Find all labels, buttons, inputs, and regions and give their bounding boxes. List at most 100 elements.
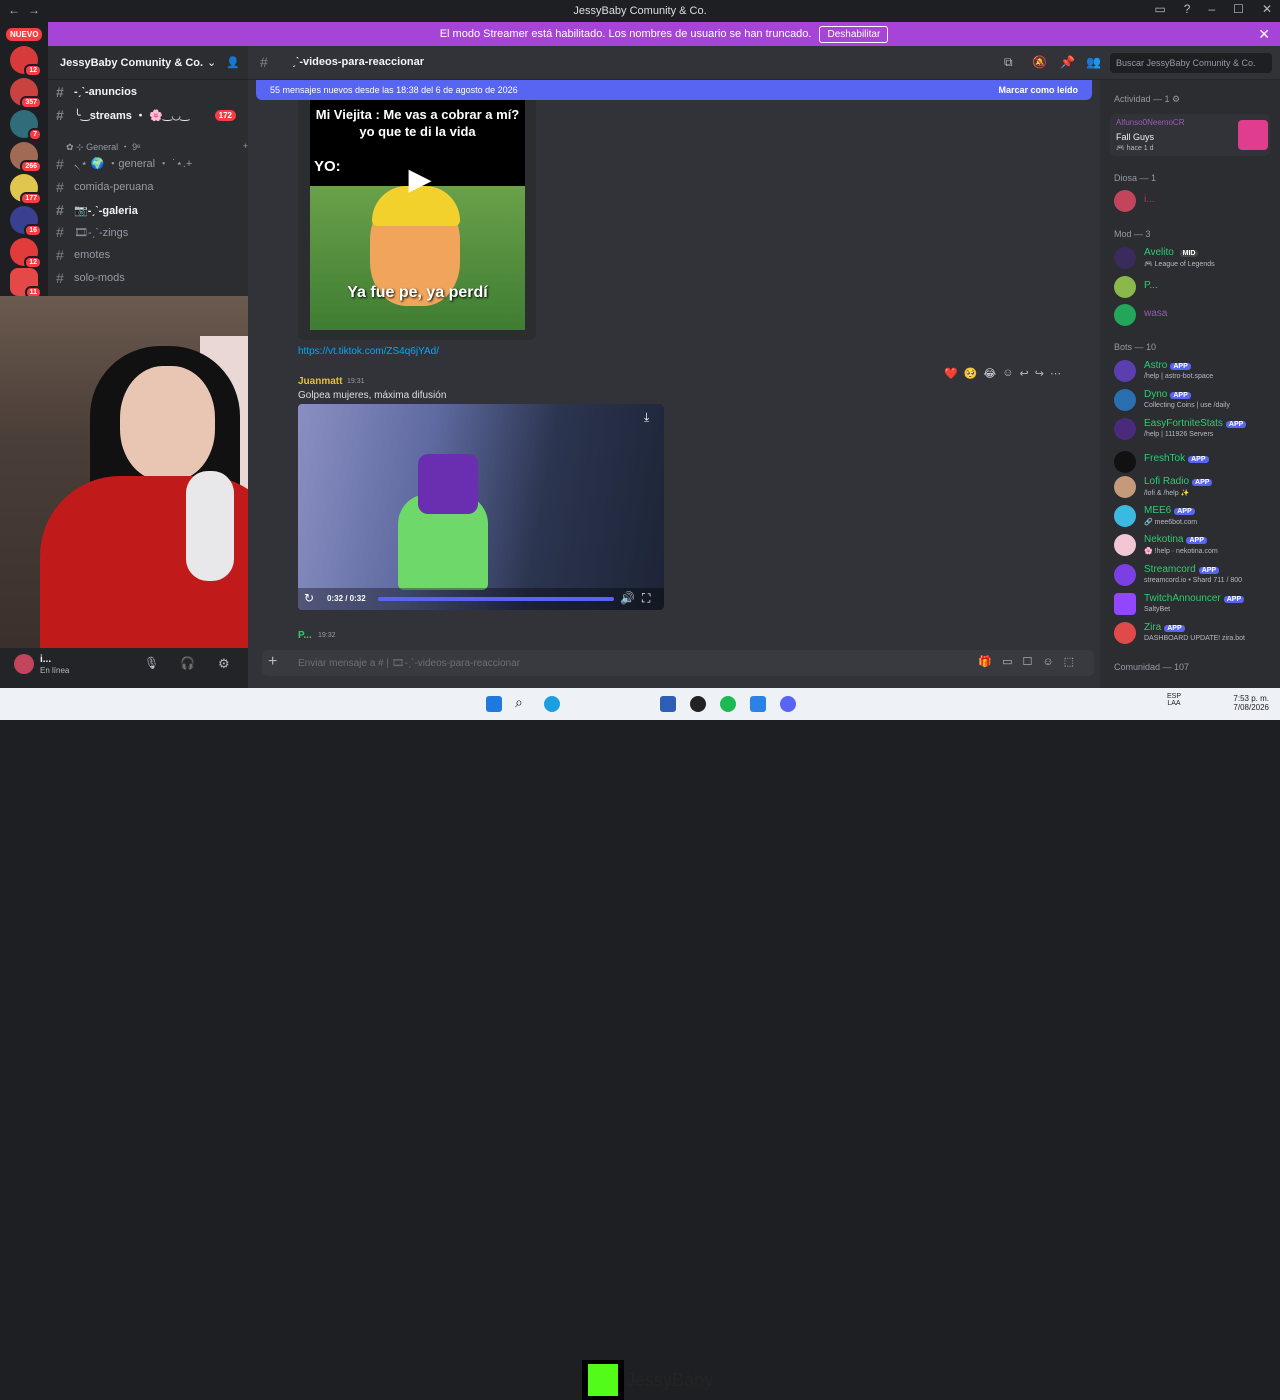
inbox-icon[interactable]: ▭ — [1154, 2, 1165, 16]
threads-icon[interactable]: ⧉ — [1004, 55, 1013, 70]
member-item[interactable]: Zira APP DASHBOARD UPDATE! zira.bot — [1114, 620, 1274, 648]
server-icon[interactable]: 266 — [10, 142, 42, 173]
category-header[interactable]: ✿ ⊹ General ・ 9ᵉ + — [66, 136, 256, 156]
server-icon[interactable]: 12 — [10, 46, 42, 77]
message-time: 19:32 — [318, 632, 336, 639]
pleading-reaction-icon[interactable]: 🥺 — [964, 367, 978, 380]
avatar — [1114, 451, 1136, 473]
channel-item[interactable]: # 📷-ˏˋ-galeria — [56, 200, 246, 220]
avatar[interactable] — [14, 654, 34, 674]
meme-video[interactable]: Mi Viejita : Me vas a cobrar a mí? yo qu… — [310, 100, 525, 330]
fullscreen-icon[interactable]: ⛶ — [642, 591, 650, 606]
reply-icon[interactable]: ↩ — [1020, 367, 1029, 380]
activity-card[interactable]: Alfunso0NeemoCR Fall Guys 🎮 hace 1 d — [1110, 114, 1270, 156]
video-player[interactable]: ⤓ ↻ 0:32 / 0:32 🔊 ⛶ — [298, 404, 664, 610]
app-icon[interactable] — [750, 696, 766, 712]
activity-header: Actividad — 1 ⚙ — [1114, 94, 1181, 104]
help-icon[interactable]: ? — [1184, 2, 1191, 16]
window-controls[interactable]: ▭? – ☐ ✕ — [1154, 2, 1272, 16]
channel-item[interactable]: # ৲⋆ 🌍 ・general ・ ˙⋆.+ — [56, 154, 246, 174]
more-icon[interactable]: ⋯ — [1050, 367, 1061, 380]
edge-icon[interactable] — [544, 696, 560, 712]
input-actions-icons[interactable]: 🎁▭☐☺⬚ — [978, 655, 1084, 668]
new-messages-bar[interactable]: 55 mensajes nuevos desde las 18:38 del 6… — [256, 80, 1092, 100]
server-header[interactable]: JessyBaby Comunity & Co. ⌄ 👤 — [48, 46, 248, 80]
search-icon[interactable]: ⌕ — [515, 694, 531, 710]
server-icon[interactable]: 12 — [10, 238, 42, 269]
add-member-icon[interactable]: 👤 — [226, 56, 240, 69]
avatar — [1114, 360, 1136, 382]
avatar — [1114, 622, 1136, 644]
tiktok-link[interactable]: https://vt.tiktok.com/ZS4q6jYAd/ — [298, 346, 439, 357]
member-item[interactable]: MEE6 APP 🔗 mee6bot.com — [1114, 503, 1274, 531]
avatar — [1114, 564, 1136, 586]
spotify-icon[interactable] — [720, 696, 736, 712]
disable-button[interactable]: Deshabilitar — [819, 25, 889, 43]
member-item[interactable]: EasyFortniteStats APP/help | 111926 Serve… — [1114, 416, 1274, 444]
member-item[interactable]: Nekotina APP 🌸 !help · nekotina.com — [1114, 532, 1274, 560]
close-icon[interactable]: ✕ — [1262, 2, 1272, 16]
channel-item[interactable]: # -ˏˋ-anuncios — [56, 82, 246, 102]
channel-item[interactable]: # solo-mods — [56, 268, 246, 288]
member-item[interactable]: i... — [1114, 188, 1274, 216]
member-item[interactable]: wasa — [1114, 302, 1274, 330]
message-input[interactable]: + Enviar mensaje a # | 🎞-ˏˋ-videos-para-… — [262, 650, 1094, 676]
server-icon[interactable]: 11 — [10, 268, 42, 299]
language-indicator[interactable]: ESP LAA — [1164, 693, 1184, 707]
member-item[interactable]: TwitchAnnouncer APP SaltyBet — [1114, 591, 1274, 619]
pin-icon[interactable]: 📌 — [1060, 55, 1075, 69]
laugh-reaction-icon[interactable]: 😂 — [983, 367, 996, 380]
message-text: Golpea mujeres, máxima difusión — [298, 390, 447, 401]
user-name: i... — [40, 654, 52, 665]
server-icon[interactable]: 177 — [10, 174, 42, 205]
play-icon[interactable]: ▶ — [400, 160, 440, 200]
server-icon[interactable]: 16 — [10, 206, 42, 237]
microphone-icon[interactable]: 🎙 — [144, 656, 159, 670]
mark-read-button[interactable]: Marcar como leído — [998, 85, 1078, 95]
forward-icon[interactable]: ↪ — [1035, 367, 1044, 380]
heart-reaction-icon[interactable]: ❤️ — [944, 367, 958, 380]
member-item[interactable]: FreshTok APP — [1114, 449, 1274, 477]
app-icon[interactable] — [690, 696, 706, 712]
member-item[interactable]: P... — [1114, 274, 1274, 302]
member-item[interactable]: Lofi Radio APP/lofi & /help ✨ — [1114, 474, 1274, 502]
member-item[interactable]: Avelito MID 🎮 League of Legends — [1114, 245, 1274, 273]
avatar — [1114, 476, 1136, 498]
message-author[interactable]: Juanmatt — [298, 376, 342, 387]
minimize-icon[interactable]: – — [1208, 2, 1215, 16]
member-item[interactable]: Streamcord APP streamcord.io • Shard 711 /… — [1114, 562, 1274, 590]
server-icon[interactable]: 357 — [10, 78, 42, 109]
member-item[interactable]: Dyno APP Collecting Coins | use /daily — [1114, 387, 1274, 415]
discord-icon[interactable] — [780, 696, 796, 712]
role-header: Mod — 3 — [1114, 229, 1151, 239]
mute-icon[interactable]: 🔕 — [1032, 55, 1047, 69]
search-input[interactable]: Buscar JessyBaby Comunity & Co. — [1110, 53, 1272, 73]
settings-gear-icon[interactable]: ⚙ — [218, 656, 230, 672]
member-item[interactable]: Astro APP/help | astro-bot.space — [1114, 358, 1274, 386]
avatar — [1114, 418, 1136, 440]
channel-item[interactable]: # 🎞-ˏˋ-zings — [56, 222, 246, 242]
headphones-icon[interactable]: 🎧 — [180, 656, 195, 670]
channel-item[interactable]: # ╰‿streams ・ 🌸‿◡‿ 172 — [56, 105, 246, 125]
add-reaction-icon[interactable]: ☺ — [1002, 367, 1013, 379]
chevron-down-icon: ⌄ — [207, 57, 217, 69]
clock[interactable]: 7:53 p. m. 7/08/2026 — [1225, 694, 1269, 712]
close-icon[interactable]: ✕ — [1258, 26, 1270, 43]
server-icon[interactable]: 7 — [10, 110, 42, 141]
volume-icon[interactable]: 🔊 — [620, 591, 635, 605]
add-attachment-icon[interactable]: + — [268, 653, 277, 671]
channel-item[interactable]: # emotes — [56, 245, 246, 265]
members-icon[interactable]: 👥 — [1086, 55, 1101, 69]
replay-icon[interactable]: ↻ — [304, 591, 314, 605]
message-author[interactable]: P... — [298, 630, 312, 641]
game-logo — [1238, 120, 1268, 150]
avatar — [1114, 190, 1136, 212]
download-icon[interactable]: ⤓ — [644, 410, 649, 425]
app-icon[interactable] — [660, 696, 676, 712]
progress-bar[interactable] — [378, 597, 614, 601]
windows-start-icon[interactable] — [486, 696, 502, 712]
taskbar: ⌕ JessyBaby ESP LAA 7:53 p. m. 7/08/2026 — [0, 688, 1280, 1400]
channel-item[interactable]: # comida-peruana — [56, 177, 246, 197]
maximize-icon[interactable]: ☐ — [1233, 2, 1244, 16]
unread-badge: 172 — [214, 109, 236, 121]
